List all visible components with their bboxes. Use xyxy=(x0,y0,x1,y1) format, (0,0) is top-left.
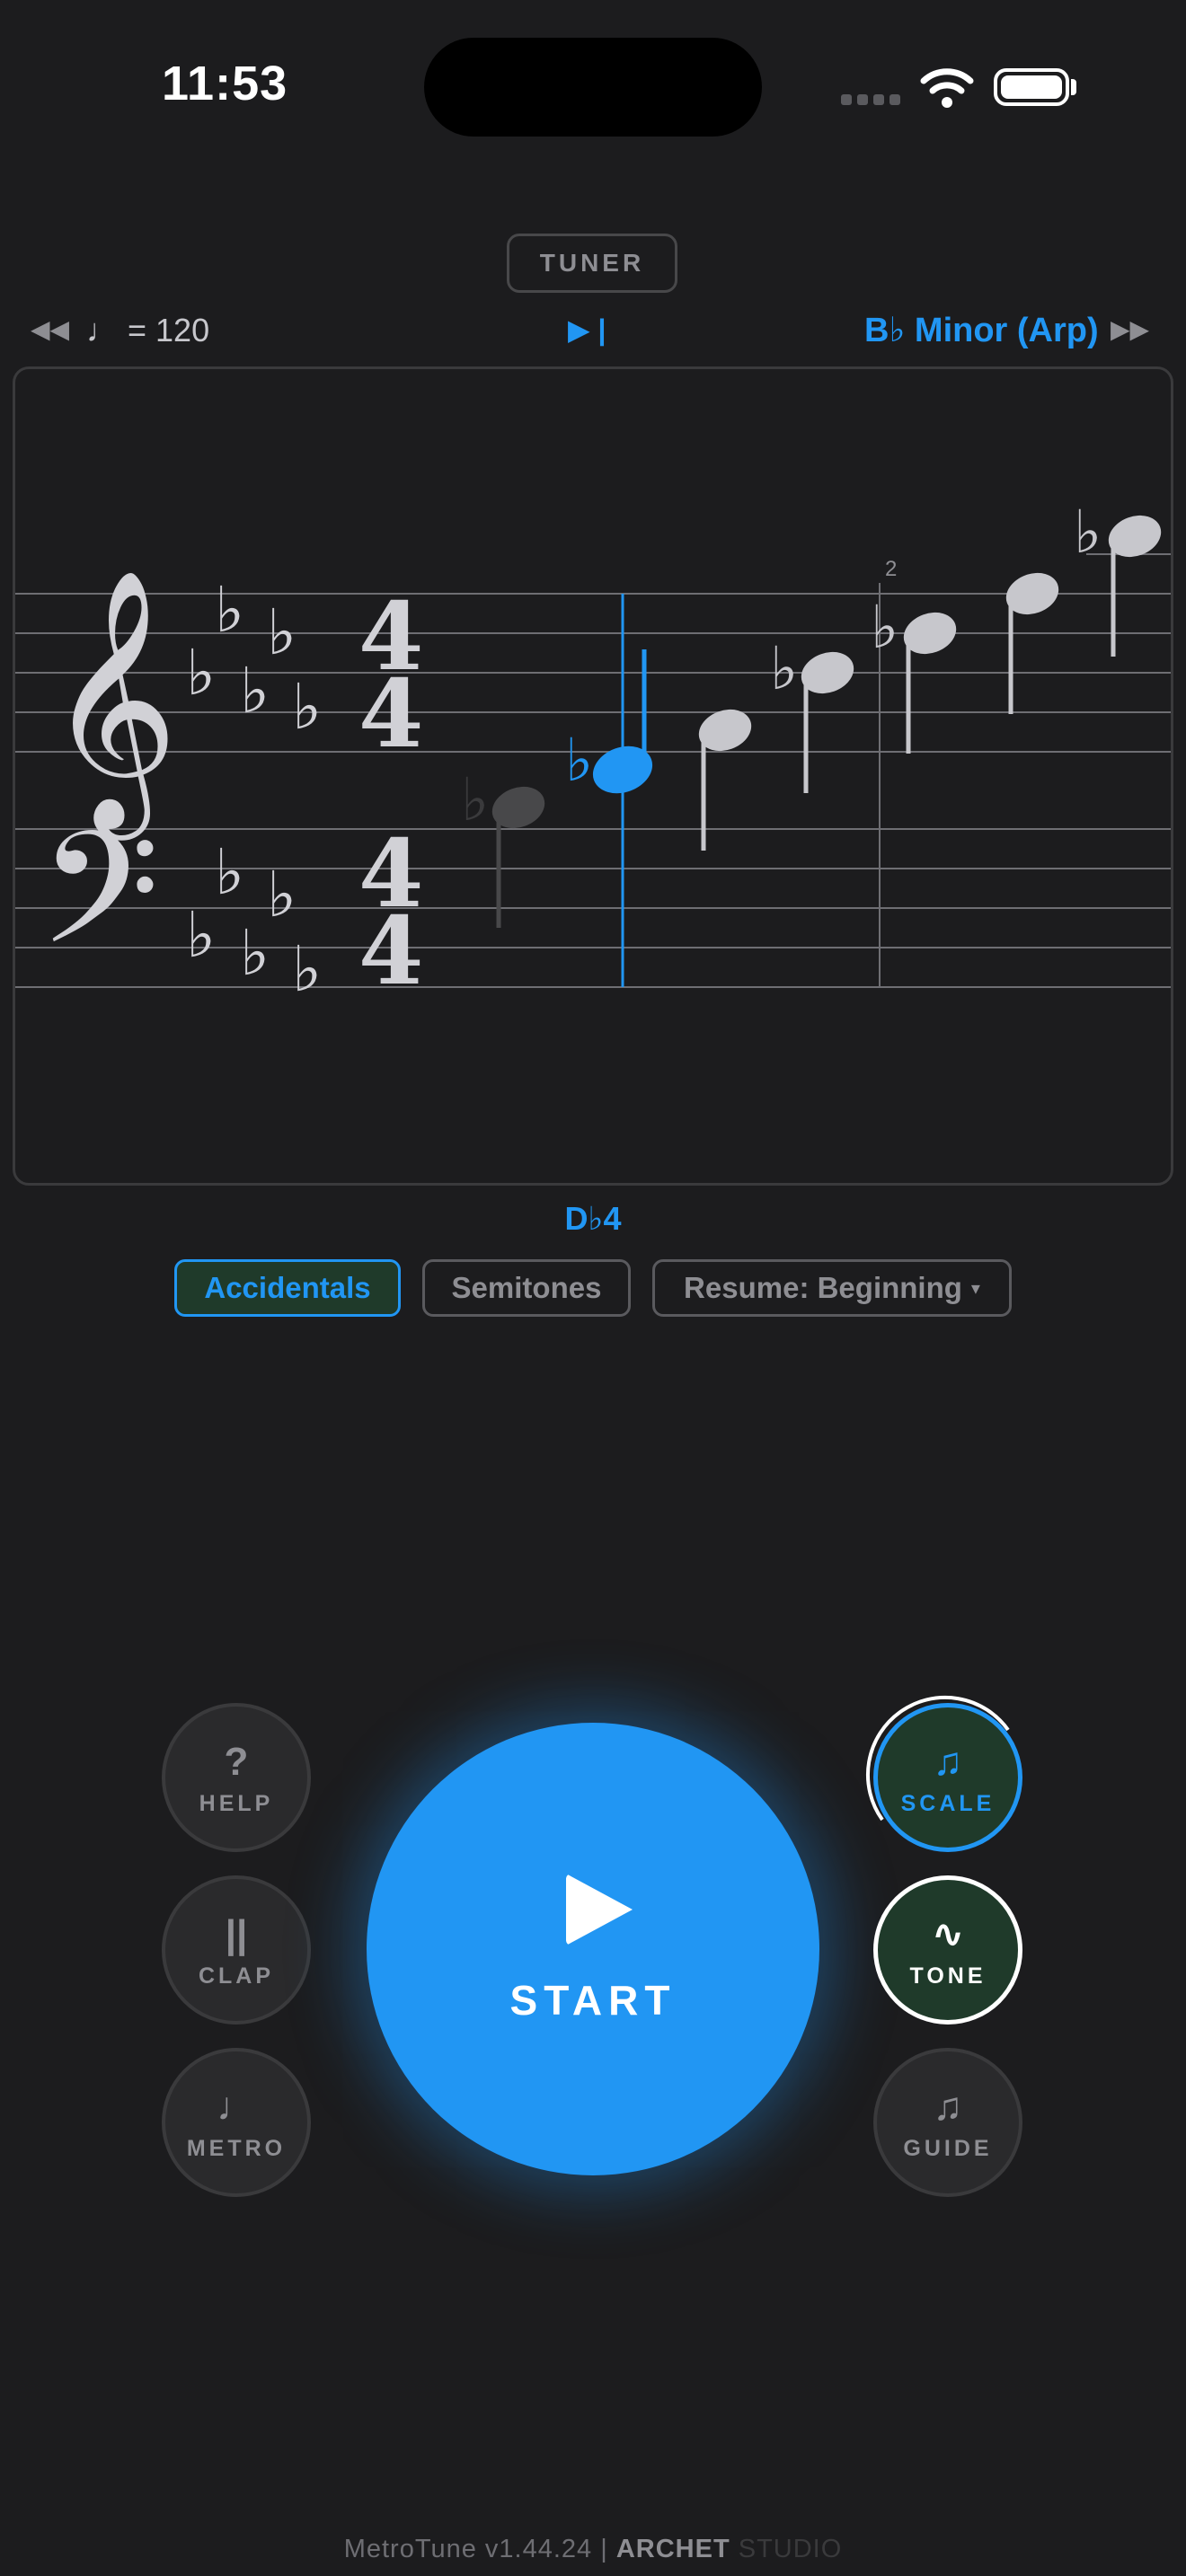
battery-tip xyxy=(1071,79,1076,95)
svg-text:♭: ♭ xyxy=(240,916,270,990)
battery-icon xyxy=(994,68,1069,106)
tone-button[interactable]: ∿ TONE xyxy=(873,1875,1022,2025)
tuner-button[interactable]: TUNER xyxy=(507,234,677,293)
clap-icon: || xyxy=(225,1911,248,1956)
music-notes-icon: ♫ xyxy=(933,1739,963,1784)
svg-text:♭: ♭ xyxy=(871,593,898,662)
guide-button[interactable]: ♫ GUIDE xyxy=(873,2048,1022,2197)
wifi-icon xyxy=(920,68,974,108)
svg-text:4: 4 xyxy=(358,658,423,769)
forward-icon[interactable]: ▶▶ xyxy=(1111,314,1149,344)
svg-text:♭: ♭ xyxy=(215,573,244,647)
accidentals-toggle[interactable]: Accidentals xyxy=(174,1259,401,1317)
svg-text:♭: ♭ xyxy=(267,858,296,931)
status-time: 11:53 xyxy=(162,57,288,110)
bass-clef: 𝄢 xyxy=(39,798,160,1018)
start-label: START xyxy=(509,1977,677,2024)
svg-text:♭: ♭ xyxy=(1074,498,1102,567)
version-text: MetroTune v1.44.24 | xyxy=(343,2535,616,2563)
scale-label: SCALE xyxy=(900,1790,996,1816)
svg-text:4: 4 xyxy=(358,895,423,1006)
chevron-down-icon: ▾ xyxy=(970,1278,980,1299)
start-button[interactable]: START xyxy=(367,1723,819,2175)
scale-button[interactable]: ♫ SCALE xyxy=(873,1703,1022,1852)
question-icon: ? xyxy=(224,1739,249,1784)
svg-text:♭: ♭ xyxy=(461,765,489,834)
brand-name: ARCHET xyxy=(615,2535,730,2563)
sine-wave-icon: ∿ xyxy=(931,1911,965,1956)
clap-label: CLAP xyxy=(198,1963,275,1989)
scale-name[interactable]: B♭ Minor (Arp) xyxy=(864,310,1099,350)
rewind-icon[interactable]: ◀◀ xyxy=(31,314,69,344)
playhead-indicator: ▶ | xyxy=(568,313,606,346)
play-icon xyxy=(566,1874,633,1945)
current-note-label: D♭4 xyxy=(564,1200,622,1237)
notes-upcoming: ♭ ♭ ♭ xyxy=(698,498,1162,851)
svg-text:♭: ♭ xyxy=(292,932,322,1006)
guide-label: GUIDE xyxy=(903,2135,993,2161)
tempo-readout[interactable]: ♩ = 120 xyxy=(86,312,209,349)
svg-text:♭: ♭ xyxy=(240,654,270,728)
help-label: HELP xyxy=(199,1790,274,1816)
studio-text: STUDIO xyxy=(730,2535,843,2563)
svg-text:♭: ♭ xyxy=(186,636,216,710)
footer-credits: MetroTune v1.44.24 | ARCHET STUDIO xyxy=(0,2535,1186,2564)
metro-button[interactable]: ♩ METRO xyxy=(162,2048,311,2197)
music-notes-icon: ♫ xyxy=(933,2084,963,2129)
svg-text:♭: ♭ xyxy=(267,595,296,669)
cellular-signal-icon xyxy=(841,93,906,110)
svg-text:♭: ♭ xyxy=(215,835,244,909)
staff-panel[interactable]: 𝄞 𝄢 ♭ ♭ ♭ ♭ ♭ ♭ ♭ ♭ ♭ ♭ 44 44 2 ♭ ♭ ♭ ♭ … xyxy=(13,366,1173,1186)
svg-text:♭: ♭ xyxy=(565,726,593,795)
dynamic-island xyxy=(424,38,762,137)
semitones-toggle[interactable]: Semitones xyxy=(422,1259,631,1317)
svg-text:♭: ♭ xyxy=(770,634,798,703)
clap-button[interactable]: || CLAP xyxy=(162,1875,311,2025)
svg-text:♭: ♭ xyxy=(186,898,216,972)
tone-label: TONE xyxy=(909,1963,987,1989)
resume-label: Resume: Beginning xyxy=(684,1271,962,1304)
metro-label: METRO xyxy=(186,2135,287,2161)
svg-text:♭: ♭ xyxy=(292,670,322,744)
measure-number: 2 xyxy=(885,557,897,581)
note-past: ♭ xyxy=(461,765,545,928)
resume-dropdown[interactable]: Resume: Beginning ▾ xyxy=(652,1259,1012,1317)
help-button[interactable]: ? HELP xyxy=(162,1703,311,1852)
grand-staff: 𝄞 𝄢 ♭♭♭♭♭ ♭♭♭♭♭ 44 44 2 ♭ ♭ ♭ ♭ ♭ xyxy=(15,498,1171,1018)
quarter-note-icon: ♩ xyxy=(217,2084,256,2129)
